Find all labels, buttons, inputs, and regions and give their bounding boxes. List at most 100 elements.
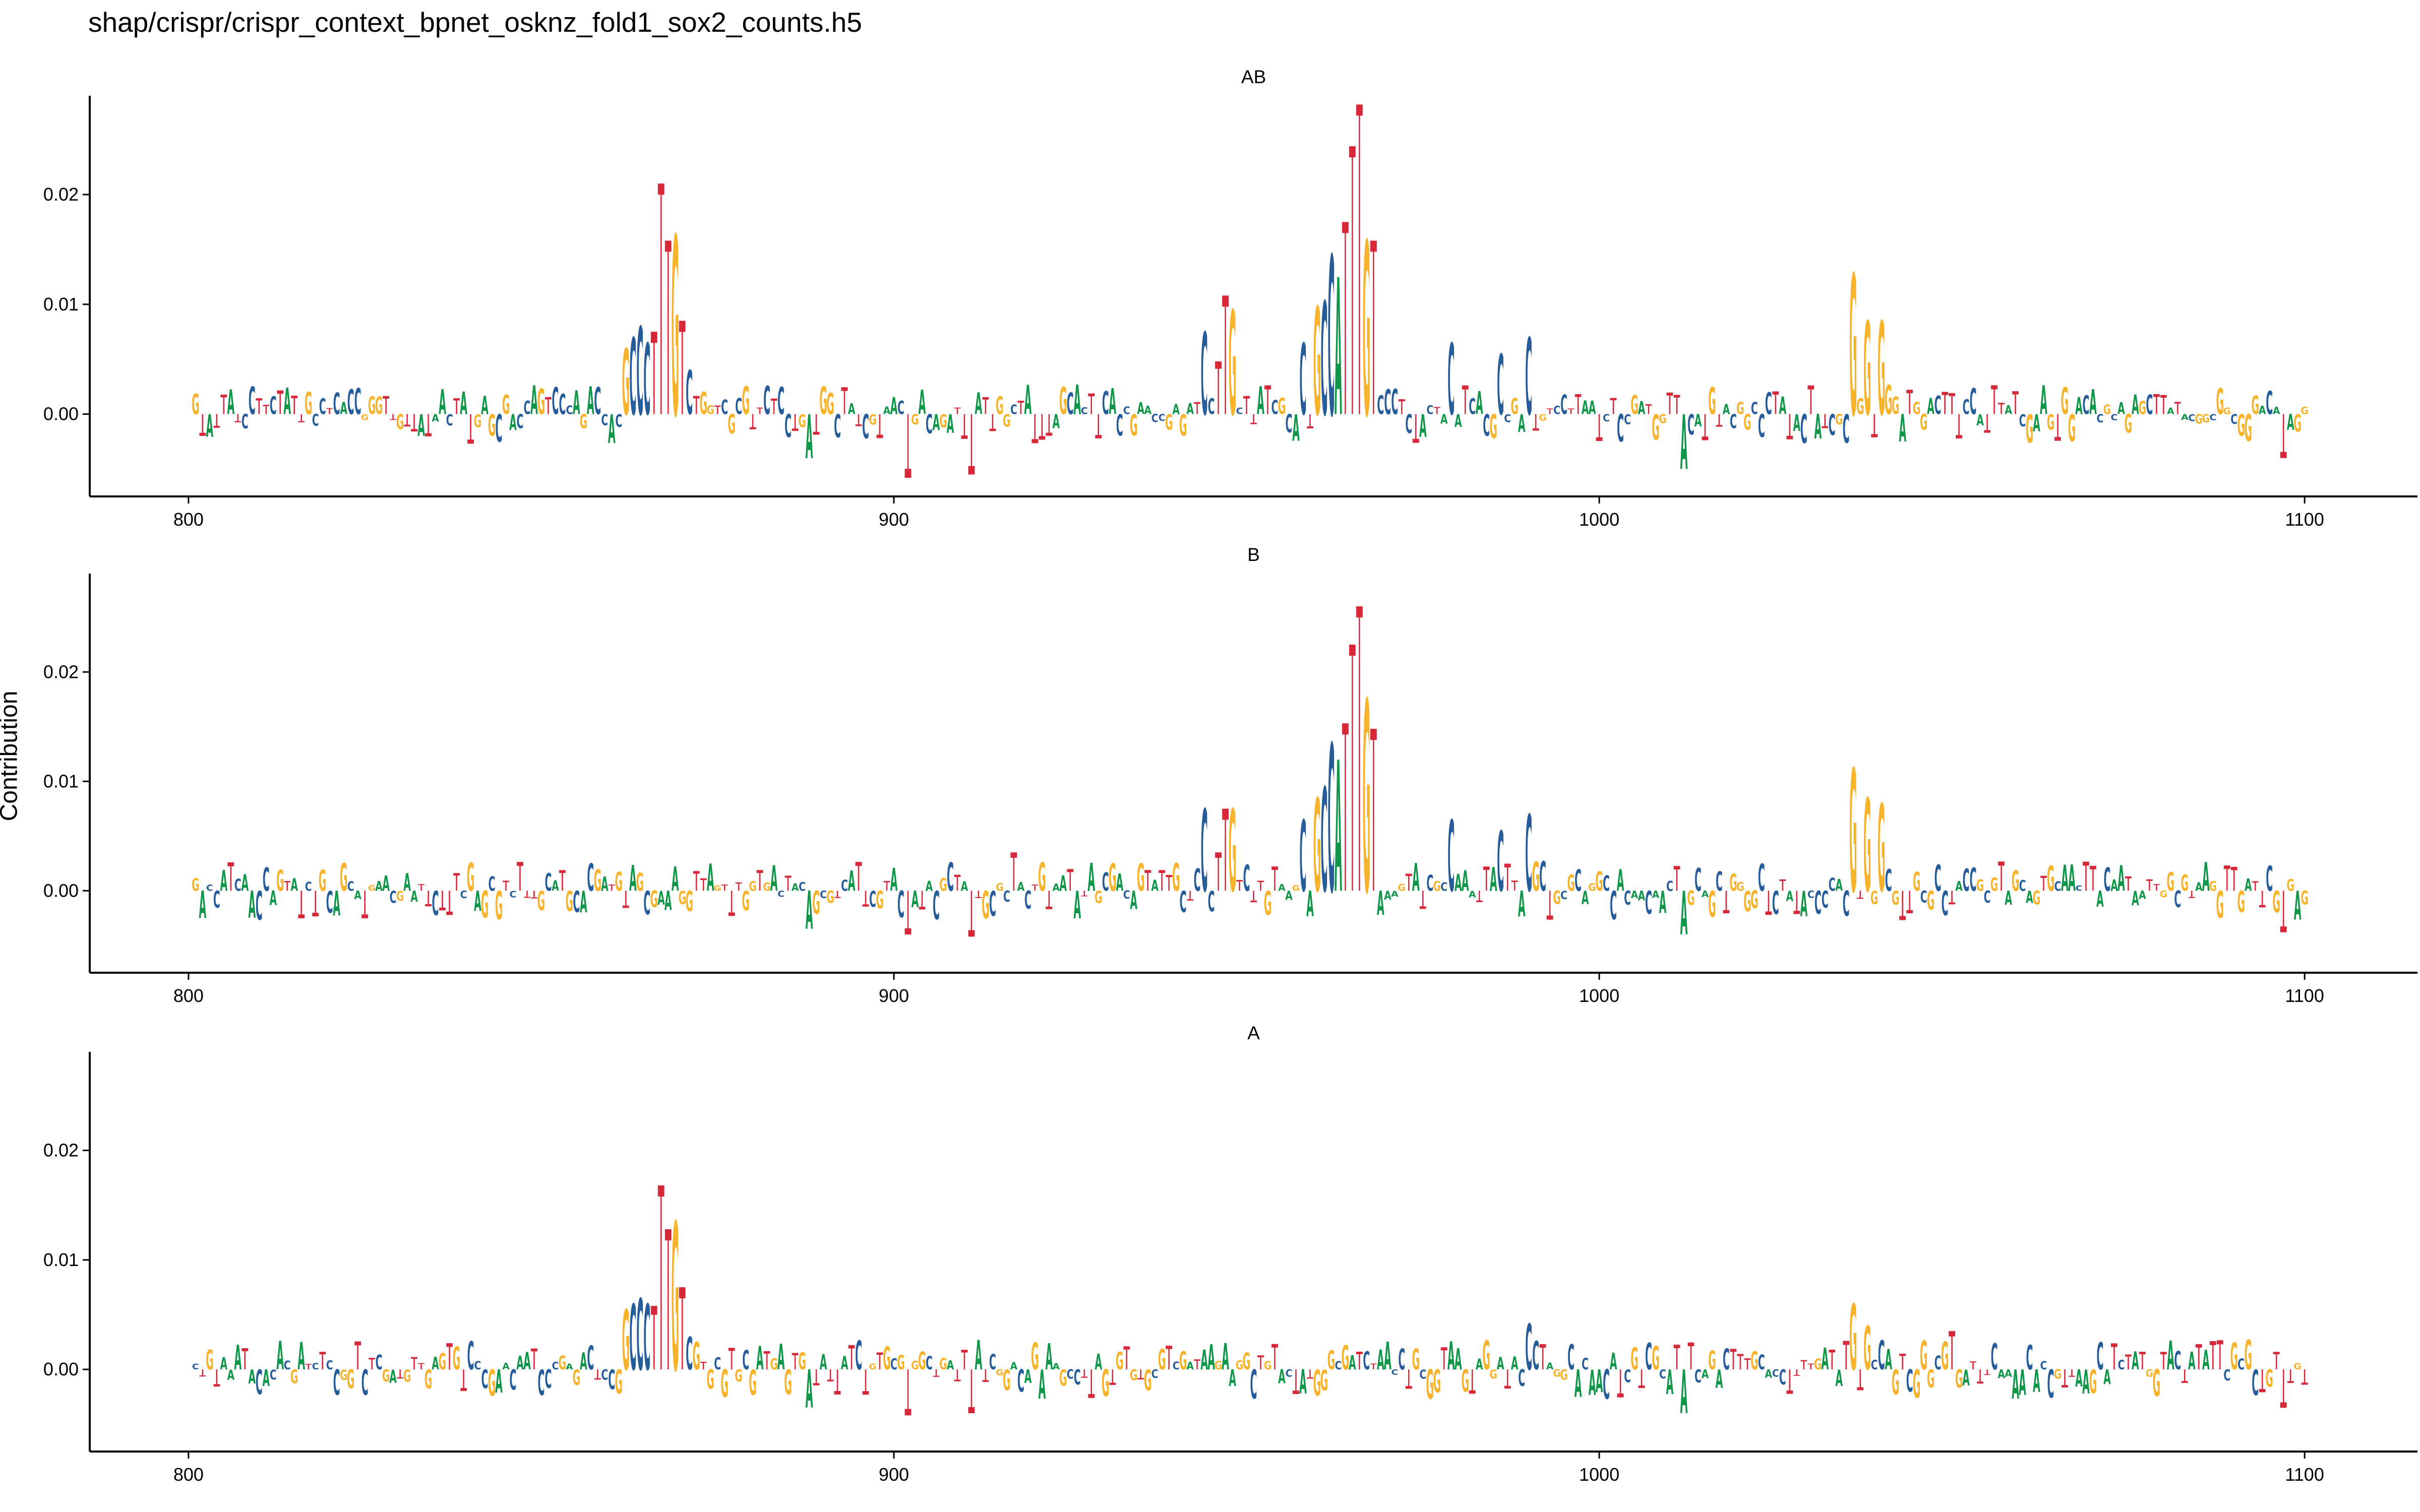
logo-letter-T [813,1369,820,1385]
logo-letter-T [1546,408,1553,414]
logo-letter-A: A [1052,882,1060,893]
logo-glyph: C [544,1365,552,1395]
logo-letter-T [1306,1369,1313,1379]
logo-letter-T [904,1369,912,1416]
logo-glyph: G [939,410,947,432]
logo-letter-T [876,1352,883,1370]
logo-letter-G: G [2125,410,2133,439]
logo-glyph: G [1736,880,1744,894]
logo-letter-G: G [615,867,623,898]
logo-glyph: C [1426,404,1433,418]
logo-t-stem [2156,394,2157,414]
logo-t-stem [1789,1369,1791,1394]
logo-letter-T [2146,879,2153,891]
logo-letter-T [693,871,700,891]
logo-letter-T [968,414,975,475]
logo-glyph: G [720,1362,729,1406]
logo-letter-C: C [326,1358,333,1373]
logo-glyph: A [340,399,347,418]
logo-letter-T [418,1363,425,1370]
logo-letter-A: A [248,884,256,927]
y-tick-label: 0.00 [43,880,79,901]
logo-letter-T [679,1287,686,1370]
logo-glyph: C [2047,1362,2054,1407]
logo-glyph: C [270,392,277,420]
logo-letter-T [390,414,397,420]
logo-glyph: G [2181,870,2189,897]
logo-glyph: A [1518,409,1526,438]
logo-t-stem [413,1357,415,1370]
logo-letter-T [2280,1369,2287,1408]
logo-glyph: A [1024,376,1032,424]
logo-glyph: A [439,383,446,422]
logo-letter-C: C [897,397,904,419]
logo-glyph: A [1680,1358,1688,1428]
logo-glyph: G [706,404,714,418]
logo-letter-A: A [1680,400,1688,487]
y-tick-label: 0.00 [43,404,79,424]
logo-letter-T [2195,1344,2202,1370]
logo-glyph: A [523,1348,531,1375]
logo-letter-T [714,405,721,414]
logo-t-stem [1746,1358,1748,1370]
logo-letter-A: A [1377,885,1384,923]
logo-glyph: G [396,410,404,434]
logo-t-stem [1309,1369,1311,1379]
logo-letter-A: A [1885,1344,1892,1376]
logo-t-stem [766,1351,768,1370]
logo-glyph: C [636,302,643,443]
x-tick-label: 1000 [1579,509,1619,530]
logo-t-stem [794,1353,796,1370]
logo-letter-A: A [2019,1363,2026,1404]
logo-glyph: A [220,864,228,898]
logo-glyph: G [1489,1368,1497,1382]
logo-letter-A: A [2082,1363,2090,1402]
logo-letter-T [1617,1369,1624,1398]
logo-glyph: C [284,1359,291,1373]
logo-glyph: G [2244,1332,2252,1379]
logo-glyph: G [636,868,644,897]
logo-letter-A: A [2188,1347,2196,1375]
logo-glyph: A [919,384,926,422]
logo-letter-T [721,885,728,891]
logo-letter-G: G [1412,1343,1420,1376]
logo-glyph: A [2167,406,2174,416]
logo-glyph: C [933,884,940,929]
logo-t-stem [1161,870,1163,891]
logo-letter-T [2252,881,2259,891]
logo-glyph: A [1821,1342,1829,1377]
logo-t-stem [1669,392,1671,414]
logo-letter-G: G [1243,1349,1251,1375]
logo-glyph: A [516,1352,524,1374]
logo-letter-A: A [1998,1367,2005,1381]
logo-glyph: G [559,1352,567,1374]
logo-glyph: A [2202,1345,2210,1376]
logo-letter-G: G [1708,1346,1716,1375]
logo-glyph: A [792,881,799,894]
logo-letter-G: G [1687,888,1695,910]
logo-t-stem [2128,876,2129,891]
logo-letter-G: G [2026,407,2034,452]
logo-glyph: G [1913,867,1921,898]
logo-letter-G: G [876,886,884,915]
logo-letter-G: G [1652,1340,1660,1378]
logo-glyph: G [566,886,574,918]
logo-glyph: G [1750,886,1759,915]
logo-t-stem [519,862,521,891]
logo-glyph: C [1560,889,1567,902]
logo-t-stem [2156,884,2157,891]
logo-letter-G: G [2054,1367,2062,1382]
logo-letter-A: A [1186,1360,1194,1372]
y-tick-label: 0.00 [43,1359,79,1379]
logo-letter-C: C [1208,885,1215,918]
logo-letter-G: G [1229,283,1237,449]
logo-glyph: G [812,885,820,921]
logo-glyph: C [1286,1367,1293,1379]
logo-letter-T [1532,414,1539,431]
logo-letter-A: A [1617,863,1624,898]
logo-letter-T [291,396,298,414]
logo-glyph: C [1539,853,1546,901]
logo-letter-T [1786,414,1793,439]
logo-glyph: A [1278,1366,1286,1389]
logo-letter-C: C [1024,886,1032,915]
